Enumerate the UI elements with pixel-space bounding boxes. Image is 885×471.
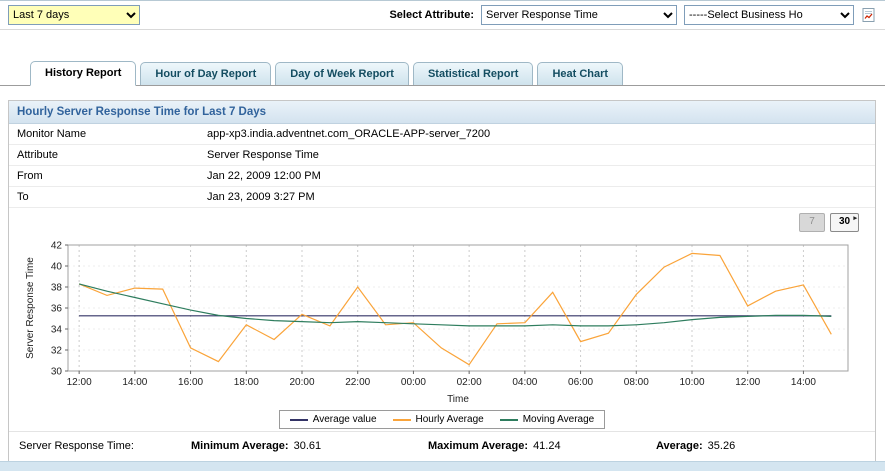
svg-text:30: 30 [51,367,63,378]
svg-text:20:00: 20:00 [289,377,314,388]
moving-average-line-swatch [499,418,518,421]
summary-average: Average: 35.26 [656,440,736,452]
range-30-days-button[interactable]: 30 ▸ [830,213,859,232]
field-label: To [17,191,29,203]
summary-attribute-label: Server Response Time: [19,440,134,452]
average-value-line-swatch [289,418,308,421]
summary-minimum: Minimum Average: 30.61 [191,440,322,452]
field-label: From [17,170,43,182]
chart-area: 12:00 14:00 16:00 18:00 20:00 22:00 00:00 02:00… [9,233,875,407]
svg-text:16:00: 16:00 [178,377,203,388]
svg-text:Server Response Time: Server Response Time [25,257,36,359]
field-row-attribute: Attribute Server Response Time [9,145,875,166]
svg-text:08:00: 08:00 [624,377,649,388]
tab-hour-of-day-report[interactable]: Hour of Day Report [140,62,272,85]
svg-text:22:00: 22:00 [345,377,370,388]
svg-text:14:00: 14:00 [791,377,816,388]
select-attribute-label: Select Attribute: [389,9,474,21]
svg-text:14:00: 14:00 [122,377,147,388]
tab-day-of-week-report[interactable]: Day of Week Report [275,62,409,85]
summary-row: Server Response Time: Minimum Average: 30… [9,431,875,461]
svg-text:38: 38 [51,283,63,294]
attribute-select[interactable]: Server Response Time [481,5,677,25]
field-label: Attribute [17,149,58,161]
field-value: app-xp3.india.adventnet.com_ORACLE-APP-s… [207,128,491,140]
field-row-to: To Jan 23, 2009 3:27 PM [9,187,875,208]
svg-text:36: 36 [51,304,63,315]
time-period-select[interactable]: Last 7 days [8,5,140,25]
svg-text:12:00: 12:00 [67,377,92,388]
range-7-days-button[interactable]: 7 [799,213,825,232]
report-panel: Hourly Server Response Time for Last 7 D… [8,100,876,462]
svg-text:32: 32 [51,346,63,357]
field-value: Jan 23, 2009 3:27 PM [207,191,315,203]
legend-label: Average value [312,414,377,425]
svg-text:00:00: 00:00 [401,377,426,388]
hourly-average-line-swatch [392,418,411,421]
svg-text:04:00: 04:00 [512,377,537,388]
svg-text:Time: Time [447,394,469,405]
svg-text:10:00: 10:00 [679,377,704,388]
report-export-icon[interactable] [861,7,877,23]
next-section-strip [0,461,885,471]
tab-statistical-report[interactable]: Statistical Report [412,62,534,85]
legend-label: Hourly Average [415,414,484,425]
chart-legend: Average value Hourly Average Moving Aver… [278,410,606,429]
top-toolbar: Last 7 days Select Attribute: Server Res… [0,0,885,30]
legend-label: Moving Average [522,414,595,425]
field-row-from: From Jan 22, 2009 12:00 PM [9,166,875,187]
field-row-monitor-name: Monitor Name app-xp3.india.adventnet.com… [9,124,875,145]
legend-item-hourly-average: Hourly Average [392,414,484,425]
range-buttons: 7 30 ▸ [9,208,875,233]
svg-text:18:00: 18:00 [234,377,259,388]
legend-item-moving-average: Moving Average [499,414,595,425]
summary-maximum: Maximum Average: 41.24 [428,440,561,452]
legend-item-average-value: Average value [289,414,377,425]
svg-text:12:00: 12:00 [735,377,760,388]
tab-history-report[interactable]: History Report [30,61,137,86]
toolbar-right-group: Select Attribute: Server Response Time -… [389,5,877,25]
svg-text:34: 34 [51,325,63,336]
report-tabs: History Report Hour of Day Report Day of… [0,60,885,86]
field-value: Jan 22, 2009 12:00 PM [207,170,321,182]
business-hours-select[interactable]: -----Select Business Ho [684,5,854,25]
report-title: Hourly Server Response Time for Last 7 D… [9,101,875,124]
svg-text:02:00: 02:00 [457,377,482,388]
svg-text:40: 40 [51,262,63,273]
range-30-arrow-icon: ▸ [853,215,857,222]
field-label: Monitor Name [17,128,87,140]
response-time-chart: 12:00 14:00 16:00 18:00 20:00 22:00 00:00 02:00… [25,241,849,405]
tab-heat-chart[interactable]: Heat Chart [537,62,624,85]
field-value: Server Response Time [207,149,319,161]
svg-text:42: 42 [51,241,63,252]
svg-text:06:00: 06:00 [568,377,593,388]
